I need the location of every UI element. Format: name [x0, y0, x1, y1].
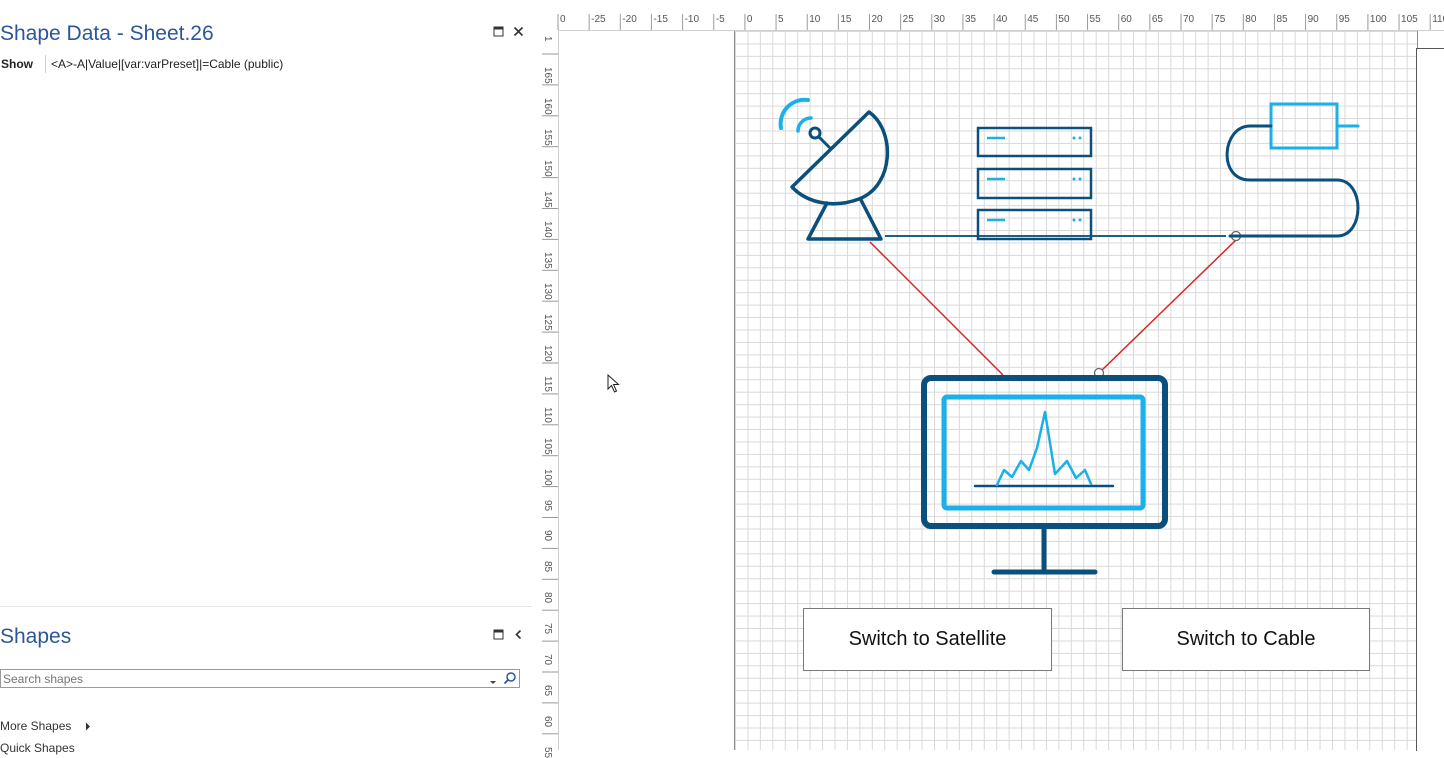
more-shapes-item[interactable]: More Shapes: [0, 719, 91, 733]
search-input[interactable]: [1, 670, 473, 688]
ruler-top-label: -15: [653, 14, 668, 25]
show-value[interactable]: <A>-A|Value|[var:varPreset]|=Cable (publ…: [51, 57, 283, 71]
shape-data-window-controls: [492, 25, 524, 37]
ruler-top-label: 85: [1276, 14, 1288, 25]
show-label: Show: [1, 57, 33, 71]
ruler-top-label: 25: [902, 14, 914, 25]
ruler-top-label: 45: [1027, 14, 1039, 25]
ruler-top-label: 40: [996, 14, 1008, 25]
shape-data-title: Shape Data - Sheet.26: [0, 22, 214, 45]
ruler-top-label: 105: [1401, 14, 1418, 25]
collapse-icon[interactable]: [512, 628, 524, 640]
mouse-cursor-icon: [607, 373, 621, 399]
quick-shapes-item[interactable]: Quick Shapes: [0, 741, 75, 755]
ruler-left-label: 110: [542, 406, 553, 423]
ruler-top-label: 10: [809, 14, 821, 25]
search-icon[interactable]: [503, 671, 517, 690]
close-icon[interactable]: [512, 25, 524, 37]
ruler-left-label: 95: [542, 499, 553, 511]
restore-icon[interactable]: [492, 628, 504, 640]
ruler-top-label: 75: [1214, 14, 1226, 25]
ruler-left-label: 100: [542, 468, 553, 486]
ruler-left-label: 80: [542, 592, 553, 604]
ruler-left-label: 90: [542, 530, 553, 542]
ruler-left-label: 160: [542, 97, 553, 115]
ruler-left-label: 60: [542, 715, 553, 727]
ruler-left-label: 65: [542, 684, 553, 697]
ruler-top-label: 90: [1307, 14, 1319, 25]
arrow-right-icon: [85, 722, 91, 731]
row-separator: [45, 55, 46, 73]
ruler-top-label: -5: [715, 14, 725, 25]
ruler-top-label: 100: [1369, 14, 1387, 25]
ruler-left-label: 150: [542, 159, 553, 177]
adjacent-page-edge: [1416, 48, 1444, 751]
ruler-top-label: 80: [1245, 14, 1257, 25]
ruler-top-label: 0: [560, 14, 566, 25]
ruler-top-label: 0: [746, 14, 753, 25]
ruler-top-label: 15: [840, 14, 852, 25]
ruler-top-label: -20: [622, 14, 637, 25]
switch-to-cable-button[interactable]: Switch to Cable: [1122, 608, 1370, 671]
dropdown-icon[interactable]: [489, 673, 497, 691]
ruler-top-label: -10: [684, 14, 700, 25]
ruler-left-label: 140: [542, 221, 553, 239]
ruler-top-label: 30: [933, 14, 945, 25]
ruler-top-label: -25: [591, 14, 606, 25]
ruler-left-label: 55: [542, 746, 553, 758]
ruler-top-label: 60: [1120, 14, 1132, 25]
ruler-left-label: 115: [542, 375, 553, 392]
ruler-top-label: 20: [871, 14, 883, 25]
ruler-top-label: 65: [1151, 14, 1163, 25]
ruler-left-label: 1: [542, 36, 553, 42]
restore-icon[interactable]: [492, 25, 504, 37]
shapes-window-controls: [492, 628, 524, 640]
ruler-left-label: 120: [542, 345, 553, 362]
switch-to-satellite-button[interactable]: Switch to Satellite: [803, 608, 1052, 671]
ruler-top-label: 70: [1183, 14, 1195, 25]
ruler-top-label: 50: [1058, 14, 1070, 25]
shapes-title: Shapes: [0, 625, 72, 648]
ruler-top-label: 35: [964, 14, 977, 25]
ruler-left-label: 75: [542, 623, 553, 635]
ruler-left-label: 145: [542, 190, 553, 208]
ruler-left-label: 165: [542, 66, 553, 84]
ruler-left-label: 155: [542, 128, 553, 146]
ruler-left-label: 105: [542, 437, 553, 455]
shape-data-row[interactable]: Show <A>-A|Value|[var:varPreset]|=Cable …: [0, 55, 283, 73]
search-shapes-box[interactable]: [0, 669, 520, 688]
ruler-top-label: 110: [1432, 14, 1444, 25]
ruler-top-label: 5: [778, 14, 784, 25]
left-pane: Shape Data - Sheet.26 Show <A>-A|Value|[…: [0, 0, 532, 755]
ruler-left-label: 70: [542, 654, 553, 666]
pane-divider[interactable]: [0, 606, 532, 607]
ruler-left-label: 135: [542, 252, 553, 269]
ruler-left-label: 130: [542, 283, 553, 300]
ruler-left-label: 85: [542, 561, 553, 573]
more-shapes-label: More Shapes: [0, 719, 72, 733]
ruler-top-label: 55: [1089, 14, 1101, 25]
ruler-top-label: 95: [1338, 14, 1350, 25]
ruler-left-label: 125: [542, 314, 553, 331]
